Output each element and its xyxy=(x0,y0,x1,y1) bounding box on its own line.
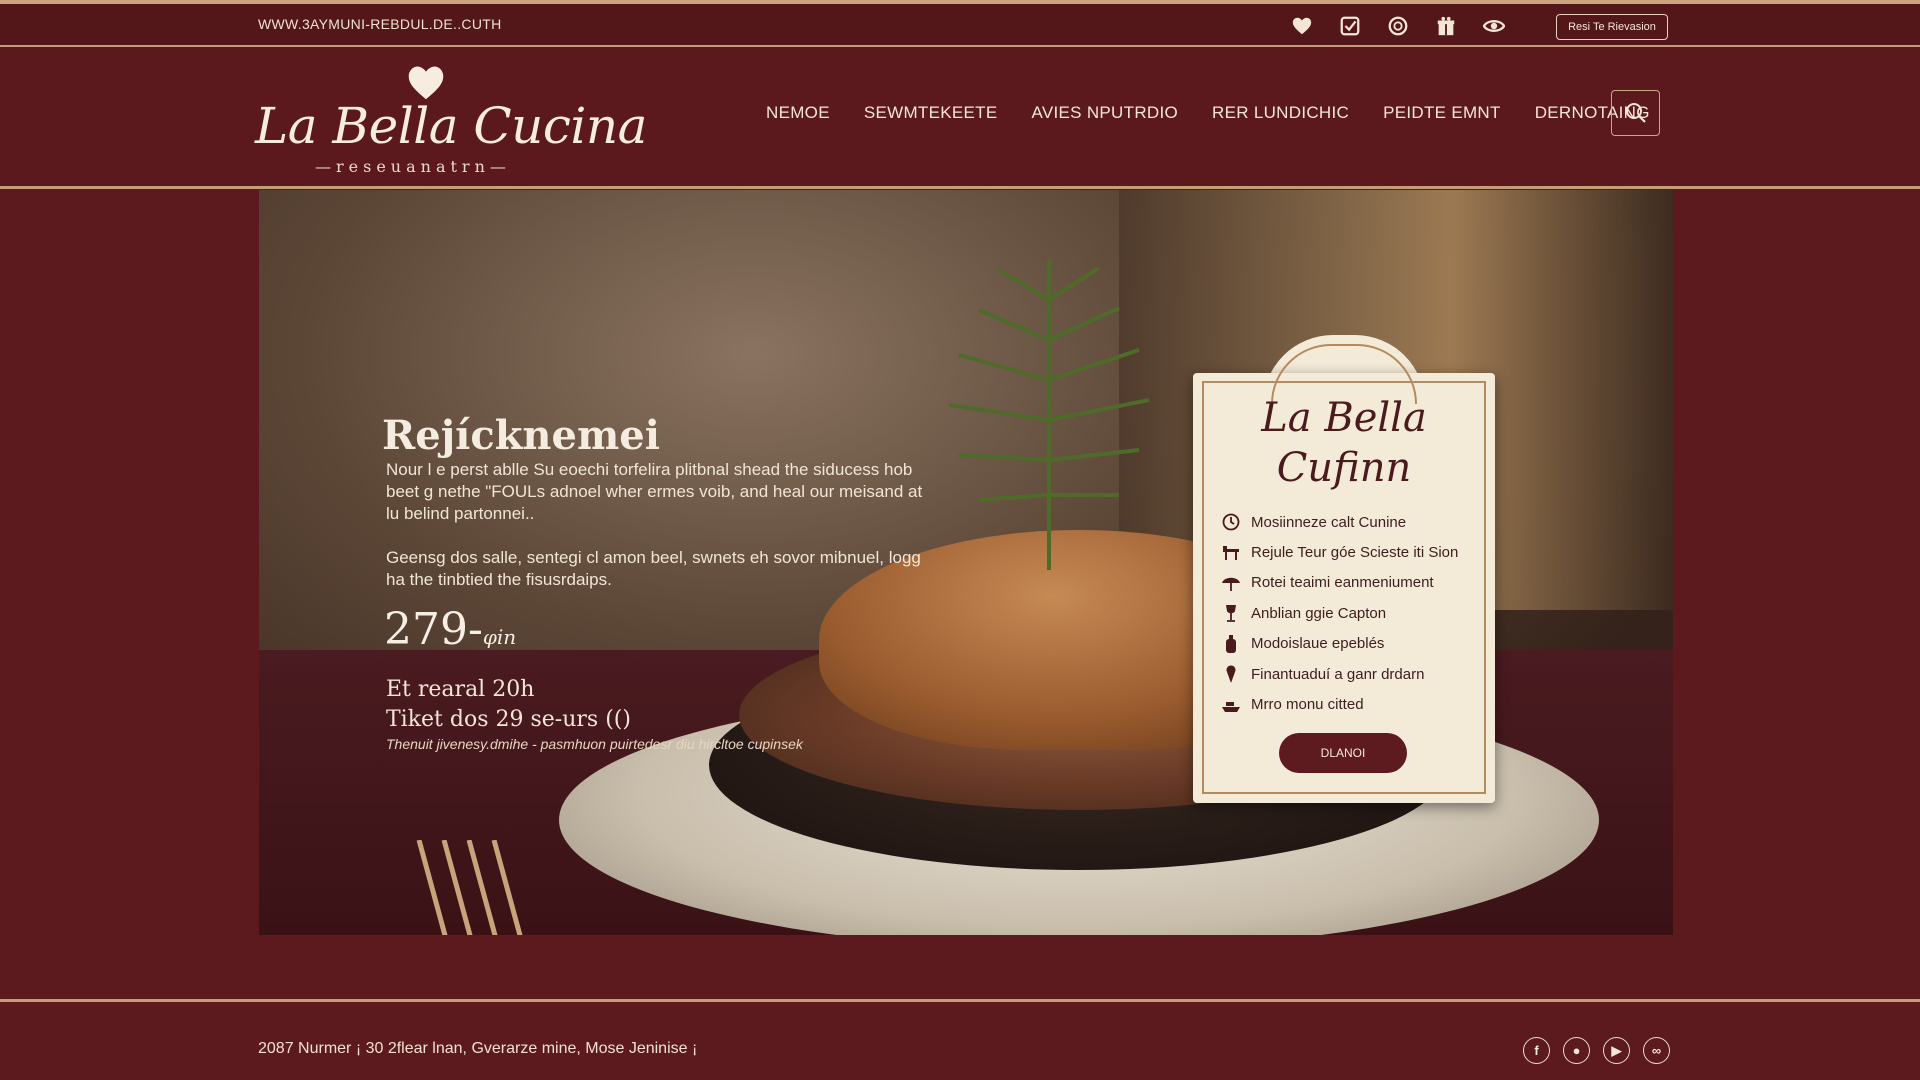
nav-item-5[interactable]: PEIDTE EMNT xyxy=(1383,103,1501,123)
tripadvisor-icon[interactable]: ∞ xyxy=(1643,1037,1670,1064)
youtube-icon[interactable]: ▶ xyxy=(1603,1037,1630,1064)
list-item: Finantuaduí a ganr drdarn xyxy=(1221,659,1491,689)
nav-item-4[interactable]: RER LUNDICHIC xyxy=(1212,103,1349,123)
social-links: f ● ▶ ∞ xyxy=(1523,1037,1670,1064)
reserve-button[interactable]: Resi Te Rievasion xyxy=(1556,14,1668,40)
nav-item-3[interactable]: AVIES NPUTRDIO xyxy=(1032,103,1179,123)
hero-note: Thenuit jivenesy.dmihe - pasmhuon puirte… xyxy=(386,736,803,752)
list-item-label: Mosiinneze calt Cunine xyxy=(1251,513,1407,531)
bottle-icon xyxy=(1226,634,1236,653)
top-icon-group xyxy=(1290,14,1506,38)
hours-line-2: Tiket dos 29 se-urs (() xyxy=(386,707,631,732)
list-item-label: Mrro monu citted xyxy=(1251,696,1364,714)
eye-icon[interactable] xyxy=(1482,14,1506,38)
list-item-label: Anblian ggie Capton xyxy=(1251,604,1387,622)
fork-icon xyxy=(416,840,523,935)
main-nav: NEMOE SEWMTEKEETE AVIES NPUTRDIO RER LUN… xyxy=(766,103,1650,123)
footer-divider xyxy=(0,999,1920,1002)
table-icon xyxy=(1223,545,1239,560)
site-header: La Bella Cucina —reseuanatrn— NEMOE SEWM… xyxy=(0,47,1920,189)
logo[interactable]: La Bella Cucina —reseuanatrn— xyxy=(255,63,647,176)
nav-item-1[interactable]: NEMOE xyxy=(766,103,830,123)
badge-icon[interactable] xyxy=(1386,14,1410,38)
list-item: Modoislaue epeblés xyxy=(1221,629,1491,659)
card-title: La Bella Cufinn xyxy=(1193,393,1495,493)
boat-icon xyxy=(1222,701,1240,712)
card-feature-list: Mosiinneze calt Cunine Rejule Teur góe S… xyxy=(1221,507,1491,720)
clock-icon xyxy=(1222,513,1240,531)
umbrella-icon xyxy=(1222,577,1240,591)
hero-description: Nour l e perst ablle Su eoechi torfelira… xyxy=(386,460,923,523)
hero-description-secondary: Geensg dos salle, sentegi cl amon beel, … xyxy=(386,548,921,589)
pin-icon xyxy=(1226,665,1236,684)
hours-line-1: Et rearal 20h xyxy=(386,677,535,702)
list-item: Mosiinneze calt Cunine xyxy=(1221,507,1491,537)
logo-heart-icon xyxy=(408,66,444,100)
card-title-line-2: Cufinn xyxy=(1276,445,1412,491)
heart-icon[interactable] xyxy=(1290,14,1314,38)
nav-item-2[interactable]: SEWMTEKEETE xyxy=(864,103,998,123)
hero-title: Rejícknemei xyxy=(382,411,660,459)
menu-card: La Bella Cufinn Mosiinneze calt Cunine R… xyxy=(1193,335,1495,803)
gift-icon[interactable] xyxy=(1434,14,1458,38)
list-item: Rejule Teur góe Scieste iti Sion xyxy=(1221,537,1491,567)
list-item: Anblian ggie Capton xyxy=(1221,598,1491,628)
card-title-line-1: La Bella xyxy=(1261,395,1427,441)
checkbox-icon[interactable] xyxy=(1338,14,1362,38)
logo-subtitle: —reseuanatrn— xyxy=(315,157,511,176)
list-item: Mrro monu citted xyxy=(1221,689,1491,719)
footer-address: 2087 Nurmer ¡ 30 2flear lnan, Gverarze m… xyxy=(258,1040,698,1057)
list-item-label: Modoislaue epeblés xyxy=(1251,635,1385,653)
instagram-icon[interactable]: ● xyxy=(1563,1037,1590,1064)
list-item: Rotei teaimi eanmeniument xyxy=(1221,568,1491,598)
site-url[interactable]: WWW.3AYMUNI-REBDUL.DE..CUTH xyxy=(258,16,502,32)
price: 279-φin xyxy=(384,604,516,655)
wine-glass-icon xyxy=(1226,605,1236,623)
opening-hours: Et rearal 20h Tiket dos 29 se-urs (() xyxy=(386,675,631,735)
list-item-label: Rotei teaimi eanmeniument xyxy=(1251,574,1434,592)
logo-text: La Bella Cucina xyxy=(255,97,647,155)
card-cta-button[interactable]: DLANOI xyxy=(1279,733,1407,773)
price-unit: φin xyxy=(482,625,517,649)
search-button[interactable] xyxy=(1611,90,1660,136)
list-item-label: Rejule Teur góe Scieste iti Sion xyxy=(1251,544,1459,562)
price-value: 279- xyxy=(384,604,483,655)
rosemary-garnish-icon xyxy=(948,260,1150,570)
search-icon xyxy=(1625,103,1646,123)
list-item-label: Finantuaduí a ganr drdarn xyxy=(1251,665,1425,683)
facebook-icon[interactable]: f xyxy=(1523,1037,1550,1064)
top-bar: WWW.3AYMUNI-REBDUL.DE..CUTH Resi Te Riev… xyxy=(0,0,1920,47)
